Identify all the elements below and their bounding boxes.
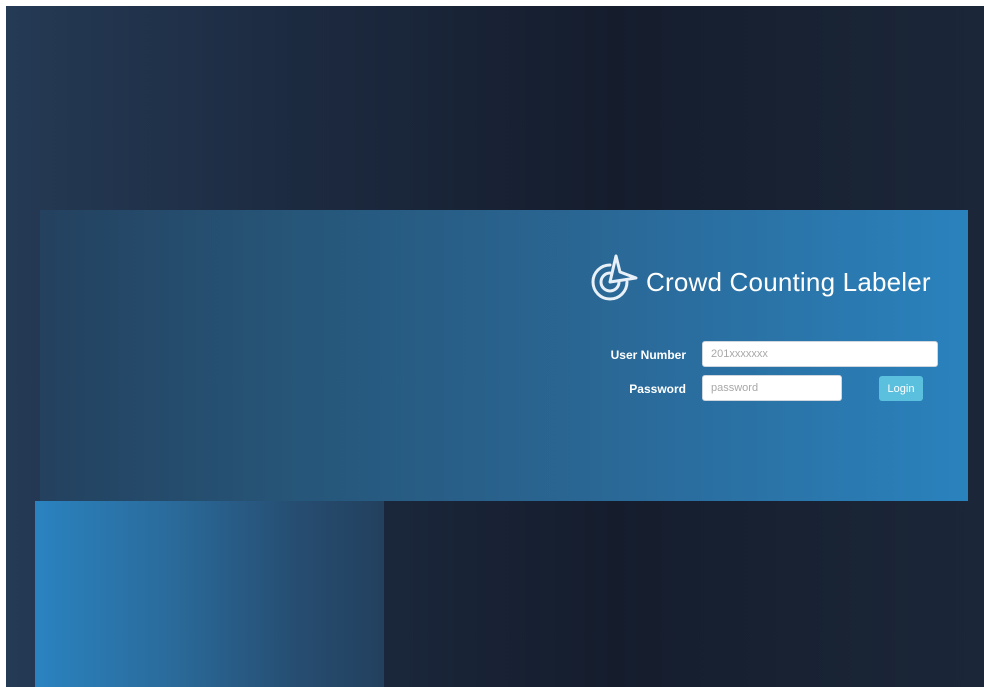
login-banner: Crowd Counting Labeler User Number Passw… <box>40 210 968 501</box>
user-number-label: User Number <box>610 348 686 362</box>
lower-gradient-panel <box>35 501 384 687</box>
page-background: Crowd Counting Labeler User Number Passw… <box>6 6 984 687</box>
user-number-input[interactable] <box>702 341 938 367</box>
app-title: Crowd Counting Labeler <box>646 266 931 297</box>
password-label: Password <box>629 382 686 396</box>
password-input[interactable] <box>702 375 842 401</box>
brand-header: Crowd Counting Labeler <box>580 252 931 312</box>
target-arrow-logo-icon <box>580 252 640 312</box>
login-button[interactable]: Login <box>879 376 923 401</box>
